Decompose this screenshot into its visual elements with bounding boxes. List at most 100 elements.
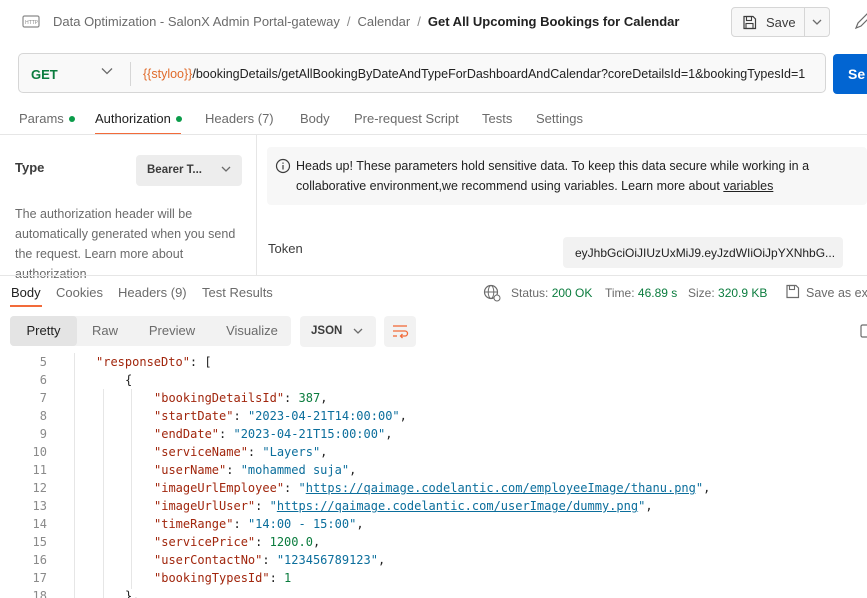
code-text: "responseDto": [ bbox=[96, 355, 212, 369]
json-value: "https://qaimage.codelantic.com/employee… bbox=[298, 481, 704, 495]
time-value: 46.89 s bbox=[637, 286, 678, 300]
tab-tests[interactable]: Tests bbox=[482, 111, 512, 126]
code-text: "timeRange": "14:00 - 15:00", bbox=[154, 517, 364, 531]
time-label: Time: bbox=[605, 286, 635, 300]
active-tab-indicator bbox=[10, 305, 42, 307]
request-tabs: Params Authorization Headers (7) Body Pr… bbox=[0, 104, 867, 134]
auth-type-value: Bearer T... bbox=[147, 164, 202, 176]
line-number: 8 bbox=[39, 409, 47, 423]
request-title[interactable]: Get All Upcoming Bookings for Calendar bbox=[428, 14, 680, 29]
response-body-viewer[interactable]: 5 "responseDto": [6{7 "bookingDetailsId": … bbox=[0, 353, 867, 598]
format-pretty[interactable]: Pretty bbox=[10, 316, 77, 346]
code-line: 11 "userName": "mohammed suja", bbox=[0, 461, 867, 479]
size-label: Size: bbox=[688, 286, 715, 300]
method-select[interactable]: GET bbox=[31, 67, 58, 82]
json-value: { bbox=[125, 373, 133, 387]
breadcrumb-collection[interactable]: Data Optimization - SalonX Admin Portal-… bbox=[53, 14, 340, 29]
divider bbox=[0, 275, 867, 276]
sensitive-data-notice: Heads up! These parameters hold sensitiv… bbox=[267, 147, 867, 205]
tab-label: Params bbox=[19, 111, 64, 126]
language-select[interactable]: JSON bbox=[300, 316, 376, 347]
json-key: "imageUrlUser" bbox=[154, 499, 256, 513]
breadcrumb-folder[interactable]: Calendar bbox=[357, 14, 410, 29]
line-number: 13 bbox=[32, 499, 47, 513]
save-label: Save bbox=[766, 14, 796, 30]
request-header: HTTP Data Optimization - SalonX Admin Po… bbox=[0, 0, 867, 44]
code-line: 15 "servicePrice": 1200.0, bbox=[0, 533, 867, 551]
save-button[interactable]: Save bbox=[731, 7, 805, 37]
wrap-lines-icon bbox=[393, 325, 409, 339]
save-icon[interactable] bbox=[785, 284, 800, 299]
variables-link[interactable]: variables bbox=[723, 179, 773, 193]
json-value: }, bbox=[125, 589, 140, 598]
svg-text:HTTP: HTTP bbox=[25, 20, 38, 26]
notice-text: Heads up! These parameters hold sensitiv… bbox=[296, 156, 856, 196]
word-wrap-button[interactable] bbox=[384, 316, 416, 347]
format-preview[interactable]: Preview bbox=[135, 316, 209, 346]
response-tab-body[interactable]: Body bbox=[11, 285, 41, 300]
code-line: 16 "userContactNo": "123456789123", bbox=[0, 551, 867, 569]
json-key: "servicePrice" bbox=[154, 535, 256, 549]
breadcrumb: Data Optimization - SalonX Admin Portal-… bbox=[53, 14, 680, 29]
http-request-icon: HTTP bbox=[22, 15, 40, 28]
save-as-example-button[interactable]: Save as ex bbox=[806, 286, 867, 300]
save-icon bbox=[743, 15, 757, 29]
json-value: 387 bbox=[298, 391, 321, 405]
line-number: 5 bbox=[39, 355, 47, 369]
json-key: "userName" bbox=[154, 463, 227, 477]
code-text: "bookingDetailsId": 387, bbox=[154, 391, 328, 405]
divider bbox=[130, 62, 131, 86]
copy-icon[interactable] bbox=[860, 324, 867, 338]
line-number: 7 bbox=[39, 391, 47, 405]
size-value: 320.9 KB bbox=[718, 286, 768, 300]
tab-body[interactable]: Body bbox=[300, 111, 330, 126]
format-raw[interactable]: Raw bbox=[77, 316, 133, 346]
response-tab-headers[interactable]: Headers (9) bbox=[118, 285, 187, 300]
token-label: Token bbox=[268, 241, 303, 256]
globe-icon[interactable] bbox=[483, 284, 501, 302]
code-line: 17 "bookingTypesId": 1 bbox=[0, 569, 867, 587]
divider bbox=[256, 135, 257, 275]
json-key: "bookingDetailsId" bbox=[154, 391, 285, 405]
json-url-link[interactable]: https://qaimage.codelantic.com/userImage… bbox=[277, 499, 638, 513]
tab-settings[interactable]: Settings bbox=[536, 111, 583, 126]
response-format-group: Pretty Raw Preview Visualize bbox=[10, 316, 291, 346]
status-readout: Status: 200 OK bbox=[511, 286, 592, 300]
response-tab-cookies[interactable]: Cookies bbox=[56, 285, 103, 300]
response-tab-test-results[interactable]: Test Results bbox=[202, 285, 273, 300]
line-number: 11 bbox=[32, 463, 47, 477]
auth-description: The authorization header will be automat… bbox=[15, 207, 236, 281]
tab-params[interactable]: Params bbox=[19, 111, 75, 126]
code-text: "bookingTypesId": 1 bbox=[154, 571, 292, 585]
format-visualize[interactable]: Visualize bbox=[213, 316, 291, 346]
save-dropdown-button[interactable] bbox=[805, 7, 830, 37]
code-text: }, bbox=[125, 589, 139, 598]
code-line: 10 "serviceName": "Layers", bbox=[0, 443, 867, 461]
json-key: "imageUrlEmployee" bbox=[154, 481, 285, 495]
code-text: "servicePrice": 1200.0, bbox=[154, 535, 321, 549]
json-value: 1200.0 bbox=[269, 535, 313, 549]
code-text: "userName": "mohammed suja", bbox=[154, 463, 357, 477]
edit-icon[interactable] bbox=[853, 10, 867, 34]
json-value: 1 bbox=[284, 571, 292, 585]
auth-type-select[interactable]: Bearer T... bbox=[136, 155, 242, 186]
token-input[interactable]: eyJhbGciOiJIUzUxMiJ9.eyJzdWIiOiJpYXNhbG.… bbox=[563, 237, 843, 268]
tab-headers[interactable]: Headers (7) bbox=[205, 111, 274, 126]
code-line: 18}, bbox=[0, 587, 867, 598]
send-button[interactable]: Se bbox=[833, 54, 867, 94]
chevron-down-icon[interactable] bbox=[101, 67, 113, 75]
code-line: 13 "imageUrlUser": "https://qaimage.codel… bbox=[0, 497, 867, 515]
status-label: Status: bbox=[511, 286, 549, 300]
line-number: 15 bbox=[32, 535, 47, 549]
tab-authorization[interactable]: Authorization bbox=[95, 111, 182, 126]
language-value: JSON bbox=[311, 325, 343, 337]
json-value: "2023-04-21T15:00:00" bbox=[233, 427, 386, 441]
tab-pre-request-script[interactable]: Pre-request Script bbox=[354, 111, 459, 126]
code-text: "endDate": "2023-04-21T15:00:00", bbox=[154, 427, 393, 441]
json-key: "userContactNo" bbox=[154, 553, 263, 567]
code-text: "userContactNo": "123456789123", bbox=[154, 553, 386, 567]
auth-type-label: Type bbox=[15, 160, 45, 175]
url-input[interactable]: {{styloo}}/bookingDetails/getAllBookingB… bbox=[143, 67, 823, 81]
json-url-link[interactable]: https://qaimage.codelantic.com/employeeI… bbox=[306, 481, 696, 495]
info-icon bbox=[275, 158, 291, 174]
